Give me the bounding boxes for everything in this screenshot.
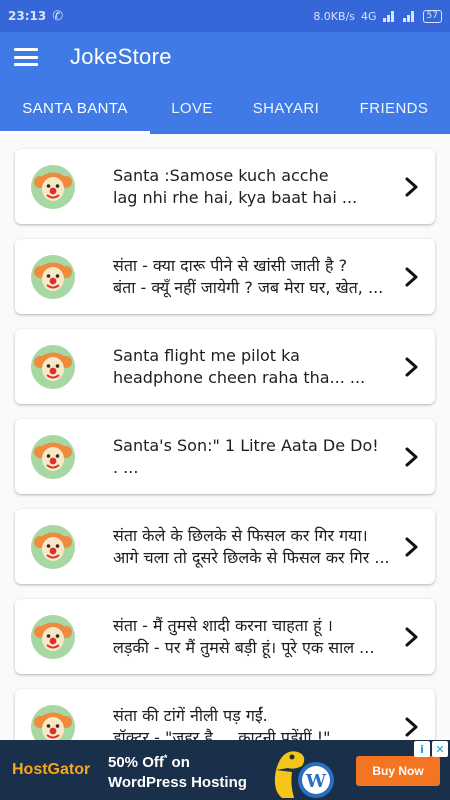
joke-line: Santa flight me pilot ka: [113, 345, 300, 365]
menu-icon[interactable]: [14, 48, 38, 66]
app-bar: JokeStore: [0, 32, 450, 82]
tab-shayari[interactable]: SHAYARI: [234, 82, 338, 134]
joke-preview: संता केले के छिलके से फिसल कर गिर गया। आ…: [113, 525, 403, 569]
tab-love[interactable]: LOVE: [150, 82, 234, 134]
ad-banner[interactable]: HostGator 50% Off* on WordPress Hosting …: [0, 740, 450, 800]
status-indicators: 8.0KB/s 4G 57: [313, 9, 442, 23]
chevron-right-icon: [405, 447, 418, 466]
svg-text:W: W: [305, 771, 327, 792]
joke-line: संता की टांगें नीली पड़ गईं.: [113, 705, 268, 725]
joke-line: lag nhi rhe hai, kya baat hai ...: [113, 187, 358, 207]
ad-offer-line2: WordPress Hosting: [108, 773, 247, 791]
status-bar: 23:13 ✆ 8.0KB/s 4G 57: [0, 0, 450, 32]
joke-line: Santa :Samose kuch acche: [113, 165, 329, 185]
ad-offer-text: 50% Off* on WordPress Hosting: [108, 748, 268, 793]
tab-friends[interactable]: FRIENDS: [338, 82, 450, 134]
joke-card[interactable]: संता - क्या दारू पीने से खांसी जाती है ?…: [15, 239, 435, 314]
ad-info-icon[interactable]: i: [414, 741, 430, 757]
joke-line: . ...: [113, 457, 139, 477]
joke-preview: Santa flight me pilot ka headphone cheen…: [113, 345, 403, 389]
joke-card[interactable]: Santa's Son:" 1 Litre Aata De Do! . ...: [15, 419, 435, 494]
joke-preview: संता - क्या दारू पीने से खांसी जाती है ?…: [113, 255, 403, 299]
joke-line: डॉक्टर - "जहर है ... काटनी पड़ेंगीं !": [113, 727, 331, 741]
joke-line: headphone cheen raha tha... ...: [113, 367, 366, 387]
category-tabs: SANTA BANTA LOVE SHAYARI FRIENDS: [0, 82, 450, 134]
buy-now-button[interactable]: Buy Now: [356, 756, 440, 786]
joke-card[interactable]: Santa :Samose kuch acche lag nhi rhe hai…: [15, 149, 435, 224]
battery-icon: 57: [422, 9, 442, 23]
clown-avatar-icon: [31, 254, 75, 299]
joke-line: संता केले के छिलके से फिसल कर गिर गया।: [113, 525, 368, 545]
joke-line: संता - मैं तुमसे शादी करना चाहता हूं ।: [113, 615, 333, 635]
network-type: 4G: [361, 9, 377, 23]
clown-avatar-icon: [31, 704, 75, 740]
ad-offer-line1: 50% Off: [108, 753, 164, 771]
clown-avatar-icon: [31, 524, 75, 569]
ad-choices: i ✕: [414, 741, 448, 757]
chevron-right-icon: [405, 537, 418, 556]
clown-avatar-icon: [31, 434, 75, 479]
chevron-right-icon: [405, 357, 418, 376]
joke-card[interactable]: संता केले के छिलके से फिसल कर गिर गया। आ…: [15, 509, 435, 584]
network-speed: 8.0KB/s: [313, 9, 356, 23]
status-time: 23:13: [8, 9, 47, 23]
joke-preview: Santa :Samose kuch acche lag nhi rhe hai…: [113, 165, 403, 209]
joke-line: आगे चला तो दूसरे छिलके से फिसल कर गिर ..…: [113, 547, 390, 567]
clown-avatar-icon: [31, 614, 75, 659]
joke-line: संता - क्या दारू पीने से खांसी जाती है ?: [113, 255, 348, 275]
joke-preview: संता - मैं तुमसे शादी करना चाहता हूं । ल…: [113, 615, 403, 659]
joke-preview: संता की टांगें नीली पड़ गईं. डॉक्टर - "ज…: [113, 705, 403, 741]
joke-card[interactable]: संता की टांगें नीली पड़ गईं. डॉक्टर - "ज…: [15, 689, 435, 740]
clown-avatar-icon: [31, 344, 75, 389]
app-title: JokeStore: [70, 44, 172, 69]
signal-icon: [382, 10, 397, 22]
ad-brand-logo: HostGator: [12, 761, 91, 778]
ad-offer-line1-tail: on: [167, 753, 190, 771]
tab-santa-banta[interactable]: SANTA BANTA: [0, 82, 150, 134]
joke-preview: Santa's Son:" 1 Litre Aata De Do! . ...: [113, 435, 403, 479]
chevron-right-icon: [405, 177, 418, 196]
joke-card[interactable]: Santa flight me pilot ka headphone cheen…: [15, 329, 435, 404]
chevron-right-icon: [405, 267, 418, 286]
phone-call-icon: ✆: [52, 8, 64, 24]
joke-line: बंता - क्यूँ नहीं जायेगी ? जब मेरा घर, ख…: [113, 277, 384, 297]
chevron-right-icon: [405, 627, 418, 646]
close-icon[interactable]: ✕: [432, 741, 448, 757]
joke-list: Santa :Samose kuch acche lag nhi rhe hai…: [0, 134, 450, 740]
chevron-right-icon: [405, 717, 418, 736]
joke-card[interactable]: संता - मैं तुमसे शादी करना चाहता हूं । ल…: [15, 599, 435, 674]
clown-avatar-icon: [31, 164, 75, 209]
wifi-signal-icon: [402, 10, 417, 22]
gator-mascot-icon: W: [274, 751, 334, 798]
joke-line: लड़की - पर मैं तुमसे बड़ी हूं। पूरे एक स…: [113, 637, 375, 657]
joke-line: Santa's Son:" 1 Litre Aata De Do!: [113, 435, 379, 455]
